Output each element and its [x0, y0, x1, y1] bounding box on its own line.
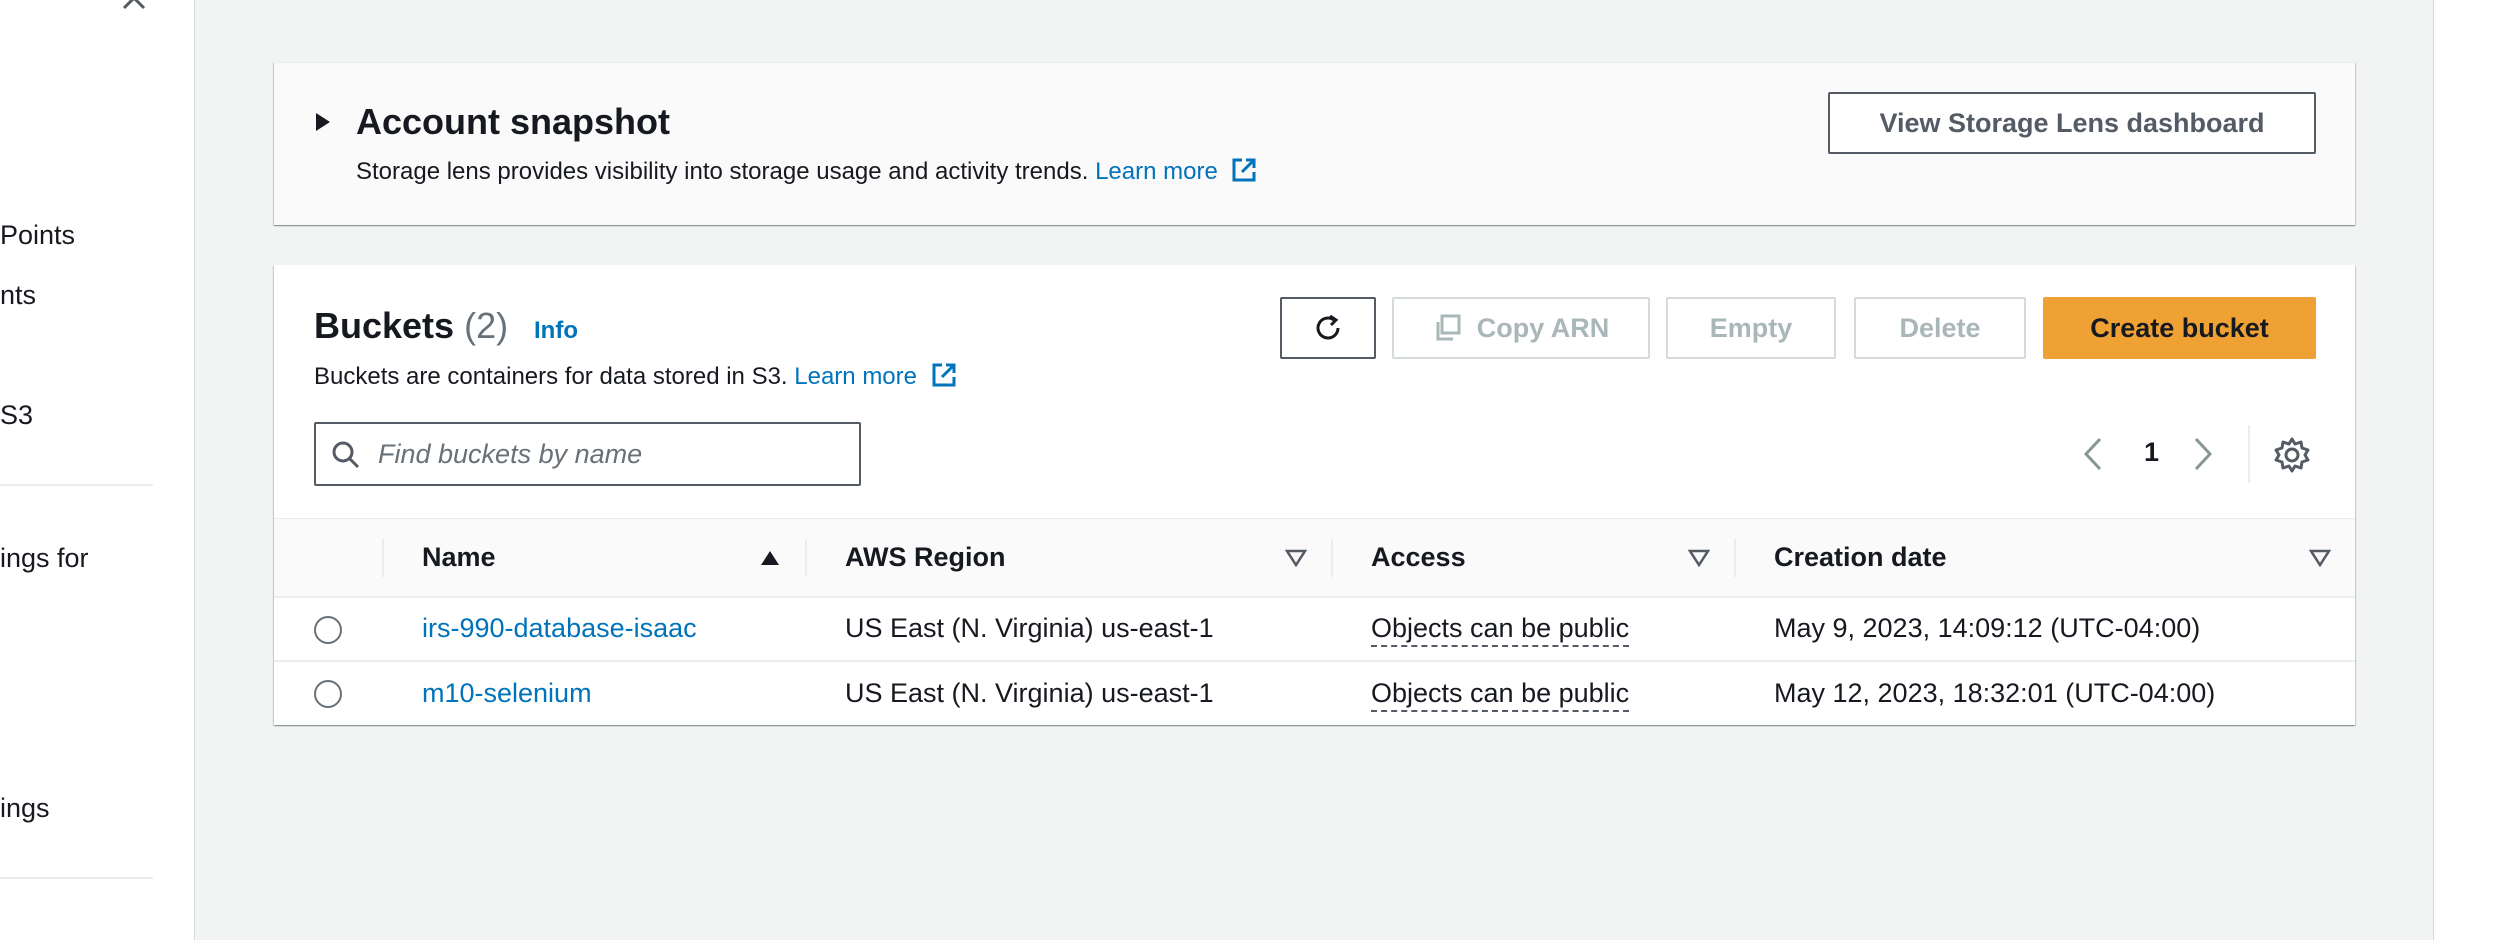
column-separator — [382, 539, 384, 577]
refresh-icon — [1316, 314, 1340, 340]
column-separator — [805, 539, 807, 577]
bucket-creation-date: May 9, 2023, 14:09:12 (UTC-04:00) — [1774, 613, 2201, 643]
search-icon — [332, 441, 360, 469]
bucket-access[interactable]: Objects can be public — [1371, 677, 1630, 712]
sidebar-divider — [0, 484, 153, 486]
bucket-creation-date: May 12, 2023, 18:32:01 (UTC-04:00) — [1774, 677, 2216, 708]
column-header-access-label: Access — [1371, 541, 1466, 572]
row-radio-button[interactable] — [314, 680, 342, 709]
buckets-learn-more-link[interactable]: Learn more — [794, 363, 917, 390]
column-separator — [1331, 539, 1333, 577]
table-row[interactable]: irs-990-database-isaac US East (N. Virgi… — [274, 596, 2355, 662]
snapshot-description-text: Storage lens provides visibility into st… — [356, 158, 1089, 185]
bucket-access[interactable]: Objects can be public — [1371, 613, 1630, 647]
sidebar-item-points[interactable]: Points — [0, 220, 75, 251]
external-link-icon[interactable] — [930, 361, 958, 389]
info-link[interactable]: Info — [534, 317, 578, 345]
buckets-panel: Buckets (2) Info Buckets are containers … — [274, 265, 2355, 725]
sidebar-item-settings-for[interactable]: ings for — [0, 543, 89, 574]
select-column-header — [274, 518, 382, 598]
view-storage-lens-dashboard-button[interactable]: View Storage Lens dashboard — [1828, 92, 2316, 154]
column-separator — [1734, 539, 1736, 577]
sort-icon[interactable] — [1688, 549, 1710, 567]
pager-divider — [2248, 425, 2250, 483]
copy-arn-button[interactable]: Copy ARN — [1392, 297, 1650, 359]
column-header-name[interactable]: Name — [382, 518, 805, 598]
copy-arn-label: Copy ARN — [1476, 312, 1610, 343]
row-radio-button[interactable] — [314, 615, 342, 644]
bucket-name-link[interactable]: irs-990-database-isaac — [422, 613, 697, 643]
next-page-icon[interactable] — [2188, 435, 2218, 473]
create-bucket-button[interactable]: Create bucket — [2043, 297, 2316, 359]
buckets-table: Name AWS Region Access Creation date irs… — [274, 518, 2355, 725]
refresh-button[interactable] — [1280, 297, 1376, 359]
right-panel-edge — [2433, 0, 2514, 940]
sidebar-divider — [0, 877, 153, 879]
column-header-region-label: AWS Region — [845, 541, 1006, 572]
close-icon[interactable] — [118, 0, 150, 14]
buckets-heading: Buckets (2) — [314, 305, 508, 347]
bucket-name-link[interactable]: m10-selenium — [422, 678, 592, 708]
gear-icon[interactable] — [2272, 435, 2312, 475]
bucket-region: US East (N. Virginia) us-east-1 — [845, 613, 1214, 643]
buckets-count: (2) — [464, 305, 509, 346]
sort-icon[interactable] — [1285, 549, 1307, 567]
column-header-creation-date[interactable]: Creation date — [1734, 518, 2355, 598]
sort-ascending-icon[interactable] — [759, 549, 781, 567]
buckets-description: Buckets are containers for data stored i… — [314, 361, 958, 391]
account-snapshot-title[interactable]: Account snapshot — [356, 101, 670, 143]
bucket-region: US East (N. Virginia) us-east-1 — [845, 677, 1214, 708]
left-navigation: Points nts S3 ings for ings — [0, 0, 195, 940]
sidebar-item-s3[interactable]: S3 — [0, 400, 33, 431]
column-header-access[interactable]: Access — [1331, 518, 1734, 598]
current-page-number[interactable]: 1 — [2144, 437, 2159, 468]
column-header-region[interactable]: AWS Region — [805, 518, 1331, 598]
delete-button[interactable]: Delete — [1854, 297, 2026, 359]
table-header-row: Name AWS Region Access Creation date — [274, 518, 2355, 598]
buckets-title: Buckets — [314, 305, 455, 346]
account-snapshot-panel: Account snapshot Storage lens provides v… — [274, 62, 2355, 225]
external-link-icon[interactable] — [1230, 156, 1258, 184]
search-input[interactable] — [378, 424, 848, 484]
empty-button[interactable]: Empty — [1666, 297, 1836, 359]
table-row[interactable]: m10-selenium US East (N. Virginia) us-ea… — [274, 661, 2355, 725]
sidebar-item-settings[interactable]: ings — [0, 793, 50, 824]
sort-icon[interactable] — [2309, 549, 2331, 567]
account-snapshot-description: Storage lens provides visibility into st… — [356, 156, 1258, 186]
column-header-name-label: Name — [422, 541, 496, 572]
column-header-creation-date-label: Creation date — [1774, 541, 1947, 572]
buckets-description-text: Buckets are containers for data stored i… — [314, 363, 788, 390]
previous-page-icon[interactable] — [2078, 435, 2108, 473]
snapshot-learn-more-link[interactable]: Learn more — [1095, 158, 1218, 185]
sidebar-item-nts[interactable]: nts — [0, 280, 36, 311]
expand-caret-icon[interactable] — [316, 113, 330, 131]
bucket-search-box[interactable] — [314, 422, 861, 486]
copy-icon — [1436, 314, 1461, 341]
